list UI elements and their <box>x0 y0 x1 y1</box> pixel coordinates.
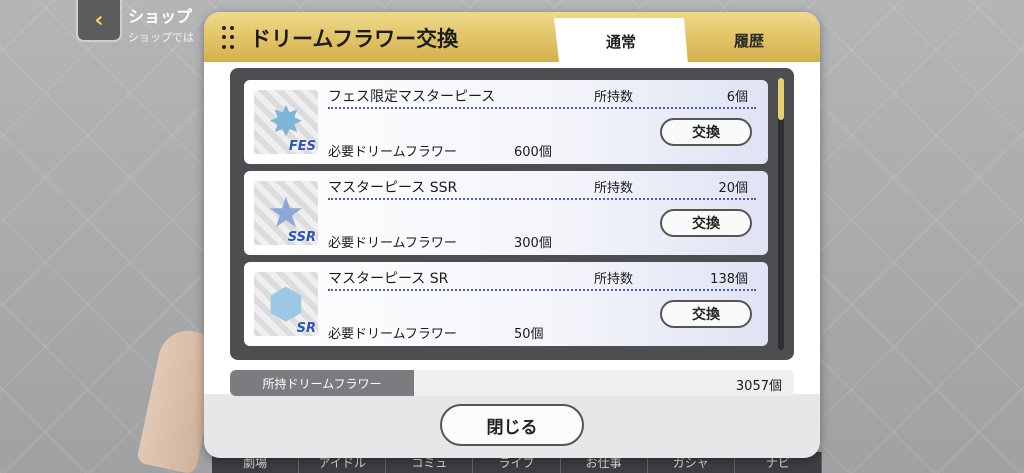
chevron-left-icon: ‹ <box>94 7 104 33</box>
owned-label: 所持数 <box>594 272 634 287</box>
owned-label: 所持数 <box>594 90 634 105</box>
dialog-title: ドリームフラワー交換 <box>250 27 459 51</box>
back-button[interactable]: ‹ <box>76 0 122 42</box>
total-value: 3057個 <box>735 379 782 394</box>
list-item: ✸ FES フェス限定マスターピース 所持数 6個 必要ドリームフラワー 600… <box>244 80 768 164</box>
item-name: マスターピース SSR <box>328 180 458 196</box>
list-item: ★ SSR マスターピース SSR 所持数 20個 必要ドリームフラワー 300… <box>244 171 768 255</box>
divider <box>328 107 756 109</box>
divider <box>328 198 756 200</box>
scrollbar[interactable] <box>778 78 784 350</box>
exchange-dialog: ドリームフラワー交換 通常 履歴 ✸ FES フェス限定マスターピース 所持数 … <box>204 12 820 458</box>
item-name: フェス限定マスターピース <box>328 89 496 105</box>
owned-value: 20個 <box>718 181 748 196</box>
total-label: 所持ドリームフラワー <box>230 370 414 396</box>
required-label: 必要ドリームフラワー <box>328 327 457 342</box>
required-value: 50個 <box>514 327 544 342</box>
item-name: マスターピース SR <box>328 271 449 287</box>
owned-label: 所持数 <box>594 181 634 196</box>
blue-star-gem-icon: ★ SSR <box>254 181 318 245</box>
scrollbar-thumb[interactable] <box>778 78 784 120</box>
divider <box>328 289 756 291</box>
shop-title: ショップ <box>128 7 193 26</box>
required-label: 必要ドリームフラワー <box>328 145 457 160</box>
dialog-body: ✸ FES フェス限定マスターピース 所持数 6個 必要ドリームフラワー 600… <box>204 62 820 396</box>
list-item: ⬢ SR マスターピース SR 所持数 138個 必要ドリームフラワー 50個 … <box>244 262 768 346</box>
item-badge: SSR <box>287 230 316 245</box>
required-label: 必要ドリームフラワー <box>328 236 457 251</box>
item-badge: SR <box>296 321 316 336</box>
item-badge: FES <box>288 139 316 154</box>
owned-value: 6個 <box>726 90 748 105</box>
total-flowers-bar: 所持ドリームフラワー 3057個 <box>230 370 794 396</box>
owned-value: 138個 <box>710 272 748 287</box>
tab-normal[interactable]: 通常 <box>554 18 688 64</box>
close-button[interactable]: 閉じる <box>440 404 584 446</box>
crystal-gem-icon: ⬢ SR <box>254 272 318 336</box>
exchange-button[interactable]: 交換 <box>660 209 752 237</box>
item-list[interactable]: ✸ FES フェス限定マスターピース 所持数 6個 必要ドリームフラワー 600… <box>230 68 794 360</box>
exchange-button[interactable]: 交換 <box>660 118 752 146</box>
drag-grip-icon <box>222 26 234 50</box>
exchange-button[interactable]: 交換 <box>660 300 752 328</box>
required-value: 600個 <box>514 145 552 160</box>
required-value: 300個 <box>514 236 552 251</box>
shop-subtitle: ショップでは <box>128 31 194 44</box>
dialog-header: ドリームフラワー交換 通常 履歴 <box>204 12 820 64</box>
tab-history[interactable]: 履歴 <box>688 20 810 60</box>
rainbow-star-gem-icon: ✸ FES <box>254 90 318 154</box>
